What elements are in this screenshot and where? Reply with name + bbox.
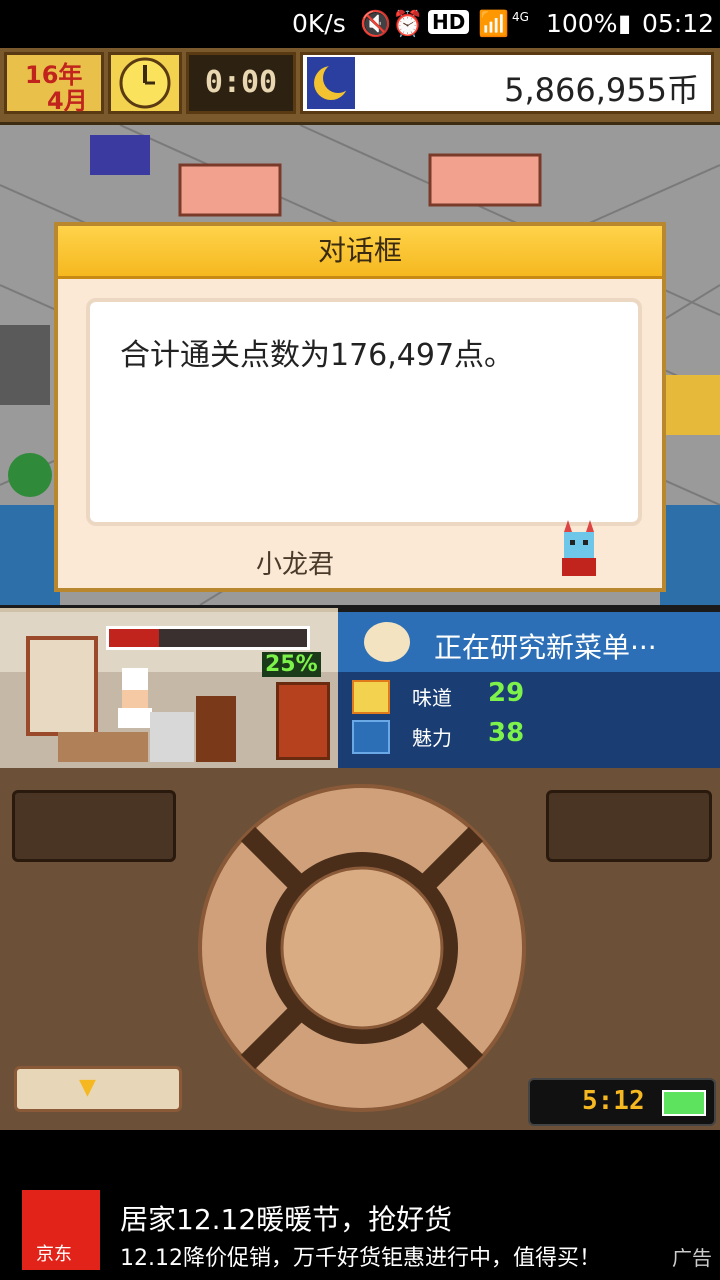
charm-icon [352, 720, 390, 754]
right-menu-button[interactable] [546, 790, 712, 862]
window-decoration [26, 636, 98, 736]
pot-icon [196, 696, 236, 762]
network-type: 4G [512, 10, 529, 24]
game-clock-time: 5:12 [582, 1086, 645, 1116]
kitchen-scene[interactable]: 25% [0, 608, 338, 772]
status-bar: 0K/s 🔇 ⏰ HD 📶 4G 100% ▮ 05:12 [0, 0, 720, 48]
taste-icon [352, 680, 390, 714]
dialog-message-box: 合计通关点数为176,497点。 [86, 298, 642, 526]
battery-icon [662, 1090, 706, 1116]
date-display: 16年 4月 [4, 52, 104, 115]
clock-time: 05:12 [642, 9, 715, 38]
money-amount: 5,866,955币 [504, 71, 699, 109]
counter [58, 732, 148, 762]
charm-label: 魅力 [412, 726, 452, 750]
ad-subtitle: 12.12降价促销，万千好货钜惠进行中，值得买！ [120, 1246, 601, 1271]
speaker-name: 小龙君 [256, 550, 335, 580]
research-title: 正在研究新菜单··· [434, 631, 657, 664]
directional-pad[interactable] [196, 782, 528, 1114]
taste-value: 29 [488, 678, 525, 708]
chevron-down-icon: ▼ [79, 1075, 96, 1100]
jd-logo: 京东 [22, 1190, 100, 1270]
control-panel: ▼ 5:12 [0, 768, 720, 1130]
taste-label: 味道 [412, 686, 452, 710]
shelf-decoration [276, 682, 330, 760]
cooking-progress-bar [106, 626, 310, 650]
ad-label: 广告 [672, 1246, 712, 1270]
dialog-box[interactable]: 对话框 合计通关点数为176,497点。 小龙君 [54, 222, 666, 592]
battery-icon: ▮ [618, 9, 632, 37]
dialog-title: 对话框 [58, 226, 662, 279]
clock-icon [108, 52, 182, 114]
wifi-icon: 📶 [478, 9, 510, 38]
mute-icon: 🔇 [360, 9, 392, 38]
moon-icon [307, 57, 355, 109]
left-menu-button[interactable] [12, 790, 176, 862]
network-speed: 0K/s [292, 9, 346, 38]
game-timer: 0:00 [186, 52, 296, 114]
game-hud: 16年 4月 0:00 5,866,955币 [0, 48, 720, 125]
research-panel: 正在研究新菜单··· 味道 29 魅力 38 [338, 612, 720, 768]
ad-brand: 京东 [36, 1244, 72, 1265]
dragon-character-icon [554, 518, 604, 580]
alarm-icon: ⏰ [392, 9, 424, 38]
hd-badge: HD [428, 10, 470, 34]
money-display: 5,866,955币 [300, 52, 714, 114]
date-month: 4月 [47, 87, 88, 115]
collapse-button[interactable]: ▼ [14, 1066, 182, 1112]
battery-percent: 100% [546, 9, 618, 38]
ad-title: 居家12.12暖暖节，抢好货 [120, 1203, 453, 1236]
charm-value: 38 [488, 718, 525, 748]
research-header: 正在研究新菜单··· [338, 612, 720, 672]
dish-icon [364, 622, 410, 662]
cooking-progress-percent: 25% [262, 652, 321, 677]
dialog-message: 合计通关点数为176,497点。 [120, 338, 515, 373]
game-clock: 5:12 [528, 1078, 716, 1126]
ad-banner[interactable]: 京东 居家12.12暖暖节，抢好货 12.12降价促销，万千好货钜惠进行中，值得… [0, 1130, 720, 1280]
cooking-progress-fill [109, 629, 159, 647]
stove [150, 712, 194, 762]
